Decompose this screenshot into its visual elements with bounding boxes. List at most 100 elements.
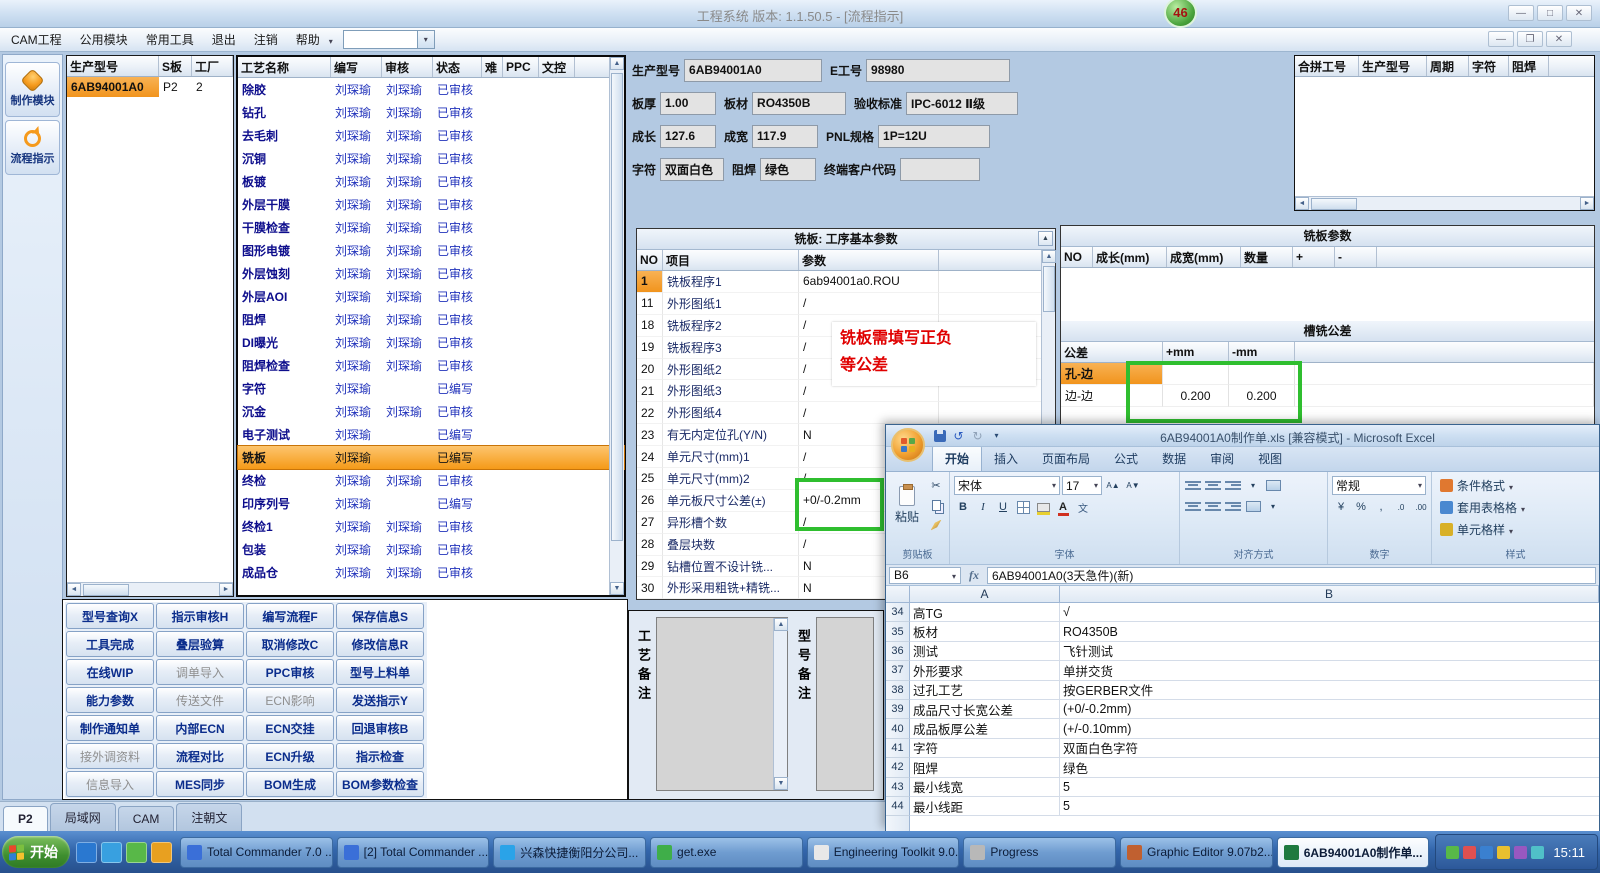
align-center-icon[interactable] [1204, 500, 1222, 513]
font-size-combobox[interactable]: 17 [1062, 476, 1102, 495]
increase-decimal-icon[interactable] [1392, 498, 1410, 516]
cell-b[interactable]: 双面白色字符 [1060, 739, 1599, 759]
column-header[interactable]: 数量 [1241, 247, 1293, 267]
column-header[interactable]: 文控 [539, 57, 575, 77]
minimize-icon[interactable]: — [1508, 5, 1534, 21]
style-button[interactable]: 单元格样 [1436, 520, 1595, 539]
excel-titlebar[interactable]: 6AB94001A0制作单.xls [兼容模式] - Microsoft Exc… [886, 425, 1599, 462]
office-button[interactable] [891, 428, 925, 462]
cell-b[interactable]: 按GERBER文件 [1060, 681, 1599, 700]
cell-a[interactable]: 测试 [910, 641, 1060, 662]
child-close-icon[interactable]: ✕ [1546, 31, 1572, 47]
width-field[interactable]: 117.9 [752, 124, 819, 148]
action-button[interactable]: 保存信息S [336, 603, 424, 629]
qat-dropdown-icon[interactable] [989, 428, 1004, 443]
action-button[interactable]: 修改信息R [336, 631, 424, 657]
action-button[interactable]: BOM参数检查 [336, 771, 424, 797]
combo-dropdown-icon[interactable] [416, 31, 434, 48]
start-button[interactable]: 开始 [2, 836, 70, 868]
cell-a[interactable]: 字符 [910, 738, 1060, 759]
cell-b[interactable]: (+0/-0.2mm) [1060, 700, 1599, 720]
column-header[interactable]: -mm [1229, 342, 1295, 362]
column-header[interactable]: 生产型号 [1359, 56, 1427, 76]
scroll-right-icon[interactable] [1580, 197, 1594, 210]
action-button[interactable]: 发送指示Y [336, 687, 424, 713]
model-remark-textarea[interactable] [816, 617, 874, 791]
column-header[interactable]: 参数 [799, 250, 939, 270]
pnl-field[interactable]: 1P=12U [878, 124, 991, 148]
action-button[interactable]: 指示检查 [336, 743, 424, 769]
column-header-a[interactable]: A [910, 586, 1060, 603]
action-button[interactable]: 在线WIP [66, 659, 154, 685]
name-box[interactable]: B6 [889, 566, 961, 584]
undo-icon[interactable] [951, 428, 966, 443]
underline-icon[interactable] [994, 498, 1012, 516]
decrease-decimal-icon[interactable] [1412, 498, 1430, 516]
column-header[interactable]: 生产型号 [67, 56, 159, 76]
collapse-icon[interactable] [1038, 231, 1053, 246]
process-row[interactable]: 电子测试 刘琛瑜 已编写 [238, 423, 624, 446]
action-button[interactable]: MES同步 [156, 771, 244, 797]
column-header[interactable]: 阻焊 [1509, 56, 1549, 76]
process-row[interactable]: 铣板 刘琛瑜 已编写 [237, 445, 625, 470]
phonetic-icon[interactable] [1074, 498, 1092, 516]
ribbon-tab[interactable]: 视图 [1246, 446, 1294, 471]
cell-a[interactable]: 过孔工艺 [910, 680, 1060, 700]
row-header[interactable]: 39 [886, 699, 910, 720]
taskbar-button[interactable]: Progress [963, 836, 1117, 868]
row-header[interactable]: 38 [886, 680, 910, 700]
ecode-field[interactable]: 98980 [866, 58, 1011, 82]
number-format-combobox[interactable]: 常规 [1332, 476, 1426, 495]
help-dropdown-icon[interactable] [329, 33, 333, 47]
action-button[interactable]: 叠层验算 [156, 631, 244, 657]
mill-basic-row[interactable]: 1 铣板程序1 6ab94001a0.ROU [637, 271, 1055, 293]
process-row[interactable]: 外层AOI 刘琛瑜 刘琛瑜 已审核 [238, 285, 624, 308]
percent-icon[interactable] [1352, 498, 1370, 516]
legend-field[interactable]: 双面白色 [660, 157, 725, 181]
fill-color-icon[interactable] [1034, 498, 1052, 516]
action-button[interactable]: PPC审核 [246, 659, 334, 685]
ribbon-tab[interactable]: 插入 [982, 446, 1030, 471]
column-header[interactable]: S板 [159, 56, 192, 76]
insert-function-icon[interactable]: fx [964, 568, 984, 583]
thickness-field[interactable]: 1.00 [660, 91, 717, 115]
column-header[interactable]: 字符 [1469, 56, 1509, 76]
column-header[interactable]: + [1293, 247, 1335, 267]
cell-b[interactable]: 5 [1060, 778, 1599, 797]
merge-center-icon[interactable] [1244, 497, 1262, 515]
customer-field[interactable] [900, 157, 981, 181]
align-bottom-icon[interactable] [1224, 479, 1242, 492]
ribbon-tab[interactable]: 审阅 [1198, 446, 1246, 471]
cell-b[interactable]: RO4350B [1060, 622, 1599, 642]
row-header[interactable]: 37 [886, 661, 910, 681]
menu-item[interactable]: 常用工具 [137, 27, 203, 52]
process-row[interactable]: 沉金 刘琛瑜 刘琛瑜 已审核 [238, 400, 624, 423]
action-button[interactable]: ECN升级 [246, 743, 334, 769]
bottom-tab[interactable]: 局域网 [49, 803, 116, 831]
cell-b[interactable]: 单拼交货 [1060, 661, 1599, 681]
menu-item[interactable]: 帮助 [287, 27, 329, 52]
mill-basic-row[interactable]: 22 外形图纸4 / [637, 402, 1055, 425]
cell-b[interactable]: 飞针测试 [1060, 642, 1599, 662]
align-middle-icon[interactable] [1204, 479, 1222, 492]
cut-icon[interactable] [927, 476, 945, 494]
process-row[interactable]: 字符 刘琛瑜 已编写 [238, 377, 624, 400]
merge-dropdown-icon[interactable] [1264, 497, 1282, 515]
process-row[interactable]: 外层蚀刻 刘琛瑜 刘琛瑜 已审核 [238, 262, 624, 285]
font-color-icon[interactable]: A [1054, 498, 1072, 516]
child-minimize-icon[interactable]: — [1488, 31, 1514, 47]
ribbon-tab[interactable]: 开始 [932, 445, 983, 471]
action-button[interactable]: 制作通知单 [66, 715, 154, 741]
row-header[interactable]: 40 [886, 719, 910, 739]
process-remark-textarea[interactable] [656, 617, 788, 791]
bottom-tab[interactable]: P2 [3, 806, 48, 831]
scroll-up-icon[interactable] [610, 57, 624, 70]
scroll-up-icon[interactable] [1042, 250, 1056, 263]
column-header[interactable]: 合拼工号 [1295, 56, 1359, 76]
action-button[interactable]: 传送文件 [156, 687, 244, 713]
taskbar-button[interactable]: 兴森快捷衡阳分公司... [493, 836, 647, 868]
quicklaunch-icon[interactable] [101, 841, 122, 863]
align-left-icon[interactable] [1184, 500, 1202, 513]
row-header[interactable]: 41 [886, 738, 910, 759]
child-restore-icon[interactable]: ❐ [1517, 31, 1543, 47]
